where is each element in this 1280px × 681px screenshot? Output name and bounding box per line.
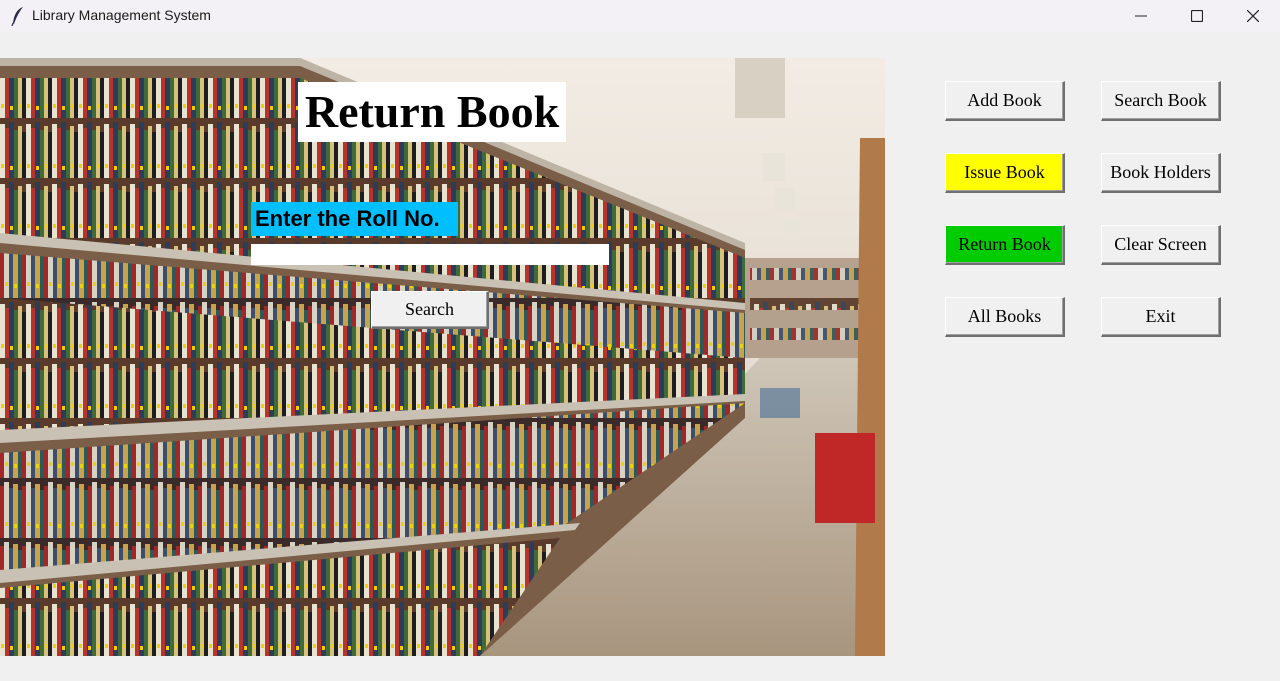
close-button[interactable] [1225,0,1280,32]
clear-screen-button[interactable]: Clear Screen [1101,225,1221,265]
library-background-image [0,58,885,656]
issue-book-button[interactable]: Issue Book [945,153,1065,193]
roll-number-input[interactable] [251,244,609,265]
roll-number-label: Enter the Roll No. [251,202,458,236]
close-icon [1247,10,1259,22]
search-book-button[interactable]: Search Book [1101,81,1221,121]
minimize-icon [1135,15,1147,17]
maximize-icon [1191,10,1203,22]
window-title: Library Management System [32,7,211,23]
search-button[interactable]: Search [371,291,489,329]
feather-icon [11,7,23,26]
add-book-button[interactable]: Add Book [945,81,1065,121]
page-title: Return Book [298,82,566,142]
all-books-button[interactable]: All Books [945,297,1065,337]
title-bar: Library Management System [0,0,1280,32]
exit-button[interactable]: Exit [1101,297,1221,337]
return-book-button[interactable]: Return Book [945,225,1065,265]
book-holders-button[interactable]: Book Holders [1101,153,1221,193]
minimize-button[interactable] [1113,0,1169,32]
maximize-button[interactable] [1169,0,1225,32]
